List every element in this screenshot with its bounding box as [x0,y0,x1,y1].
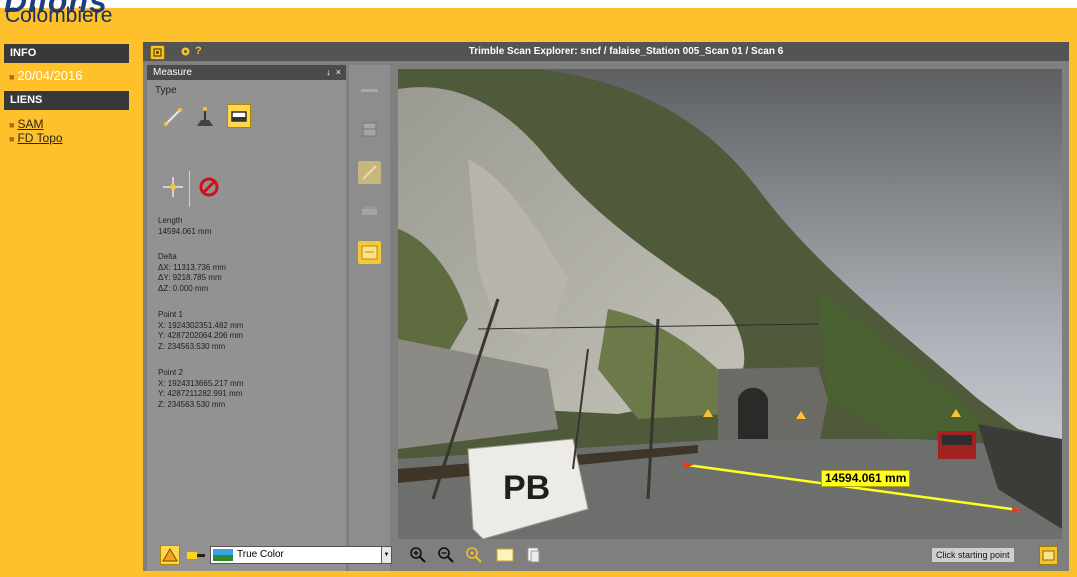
layers-button[interactable] [358,200,381,223]
measure-panel-header: Measure ↓ × [147,65,346,80]
length-readout: Length 14594.061 mm [158,216,211,237]
window-title: Trimble Scan Explorer: sncf / falaise_St… [468,46,784,57]
pan-icon [361,89,378,92]
scan-viewport[interactable]: PB 14594.061 mm [398,69,1062,539]
measure-panel: Measure ↓ × Type Length 14594.061 mm Del… [147,65,346,571]
warning-button[interactable] [160,545,180,565]
measure-panel-title: Measure [153,67,192,78]
point2-y: Y: 4287211282.991 mm [158,389,243,398]
snapshot-icon [1042,550,1055,561]
point1-z: Z: 234563.530 mm [158,341,226,351]
length-value: 14594.061 mm [158,226,212,236]
copy-button[interactable] [525,546,543,564]
links-header: LIENS [4,91,129,110]
point2-z: Z: 234563.530 mm [158,399,226,409]
annotate-button[interactable] [358,161,381,184]
delta-z: ΔZ: 0.000 mm [158,283,209,293]
area-tool-button[interactable] [227,104,251,128]
info-header: INFO [4,44,129,63]
distance-tool-icon [164,108,182,126]
link-sam[interactable]: ■ SAM [9,117,43,131]
stations-button[interactable] [358,118,381,141]
length-label: Length [158,216,183,225]
layers-icon [362,206,377,215]
warning-icon [162,548,178,562]
export-button[interactable] [358,241,381,264]
point2-x: X: 1924313665.217 mm [158,378,244,388]
point1-readout: Point 1 X: 1924302351.482 mm Y: 42872020… [158,310,243,352]
close-icon[interactable]: × [336,67,341,77]
point2-readout: Point 2 X: 1924313665.217 mm Y: 42872112… [158,368,243,410]
stations-icon [362,122,377,137]
tool-separator [189,171,190,207]
export-icon [361,245,378,260]
status-text: Click starting point [932,548,1014,562]
point2-label: Point 2 [158,368,183,377]
cancel-tool-button[interactable] [197,175,221,199]
height-tool-button[interactable] [193,105,217,129]
pin-icon[interactable]: ↓ [326,67,331,77]
link-label[interactable]: FD Topo [17,131,62,145]
bottom-toolbar: True Color ▼ Click starting point [147,541,1065,571]
zoom-out-button[interactable] [437,546,455,564]
delta-label: Delta [158,252,177,261]
bullet-icon: ■ [9,134,15,144]
height-tool-icon [197,107,213,126]
crosshair-icon [163,177,183,197]
area-tool-icon [231,111,247,122]
bullet-icon: ■ [9,72,15,82]
cancel-icon [199,177,219,197]
delta-y: ΔY: 9218.785 mm [158,273,222,282]
point1-y: Y: 4287202064.206 mm [158,331,243,340]
side-toolbar [349,65,390,571]
zoom-out-icon [438,547,454,563]
fullscreen-button[interactable] [495,546,515,564]
zoom-fit-icon [466,547,482,563]
svg-text:PB: PB [503,469,550,507]
window-titlebar: ? Trimble Scan Explorer: sncf / falaise_… [143,42,1069,61]
color-mode-button[interactable] [185,547,207,563]
zoom-in-button[interactable] [409,546,427,564]
scan-panorama-image: PB [398,69,1062,539]
annotate-icon [362,165,377,180]
zoom-in-icon [410,547,426,563]
panel-controls: ↓ × [326,65,341,80]
zoom-fit-button[interactable] [465,546,483,564]
distance-tool-button[interactable] [161,105,185,129]
info-date: ■ 20/04/2016 [9,68,83,83]
point1-label: Point 1 [158,310,183,319]
link-fd-topo[interactable]: ■ FD Topo [9,131,63,145]
palette-icon [187,552,205,559]
bullet-icon: ■ [9,120,15,130]
delta-readout: Delta ΔX: 11313.736 mm ΔY: 9218.785 mm Δ… [158,252,226,294]
chevron-down-icon[interactable]: ▼ [381,546,392,564]
crosshair-tool-button[interactable] [161,175,185,199]
copy-icon [527,547,540,563]
measurement-label: 14594.061 mm [821,470,911,487]
link-label[interactable]: SAM [17,117,43,131]
fullscreen-icon [496,548,514,562]
date-value: 20/04/2016 [17,68,83,83]
color-mode-value: True Color [237,549,284,560]
delta-x: ΔX: 11313.736 mm [158,262,226,272]
pan-button[interactable] [358,79,381,102]
page-subtitle: Colombiere [5,4,113,27]
point1-x: X: 1924302351.482 mm [158,320,244,330]
type-label: Type [155,85,177,96]
true-color-swatch-icon [213,549,233,561]
snapshot-button[interactable] [1039,546,1058,565]
page-header-band [0,0,1077,8]
scan-explorer-window: ? Trimble Scan Explorer: sncf / falaise_… [143,42,1069,571]
color-mode-select[interactable]: True Color [210,546,382,564]
